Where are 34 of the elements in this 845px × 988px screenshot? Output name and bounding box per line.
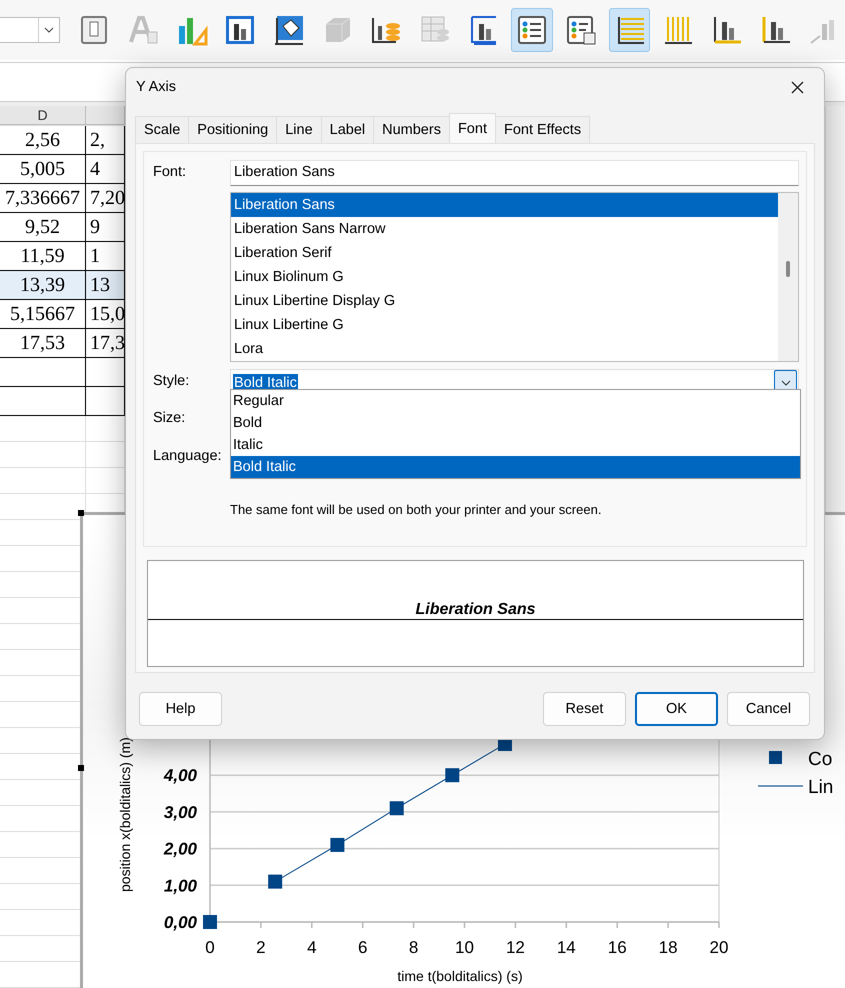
y-tick-label: 4,00 <box>164 766 197 786</box>
x-tick-label: 12 <box>506 938 525 957</box>
x-tick-label: 18 <box>658 938 678 957</box>
table-cell: 2,56 <box>0 126 86 154</box>
y-tick-label: 1,00 <box>164 876 197 896</box>
x-tick-label: 8 <box>408 938 418 957</box>
field-label: Font: <box>153 163 188 180</box>
field-label: Size: <box>153 410 186 426</box>
x-tick-label: 20 <box>710 938 728 957</box>
table-cell: 11,59 <box>0 242 86 270</box>
table-cell: 17,53 <box>0 329 86 357</box>
table-cell: 5,005 <box>0 155 86 183</box>
y-tick-label: 0,00 <box>164 913 197 932</box>
table-cell: 7,336667 <box>0 184 86 212</box>
table-cell: 13 <box>86 271 125 299</box>
x-tick-label: 2 <box>256 938 266 957</box>
x-tick-label: 16 <box>608 938 627 957</box>
x-tick-label: 14 <box>556 938 576 957</box>
legend-label: Co <box>808 749 832 770</box>
dialog-title: Y Axis <box>136 79 176 95</box>
x-tick-label: 6 <box>358 938 368 957</box>
y-tick-label: 3,00 <box>164 802 197 822</box>
field-label: Language: <box>153 448 222 464</box>
table-cell: 5,15667 <box>0 300 86 328</box>
y-tick-label: 2,00 <box>164 840 197 859</box>
x-axis-title: time t(bolditalics) (s) <box>397 968 523 984</box>
legend-label: Lin <box>808 777 834 798</box>
x-tick-label: 0 <box>205 938 215 957</box>
x-tick-label: 4 <box>307 938 317 957</box>
y-axis-title: position x(bolditalics) (m) <box>117 737 133 892</box>
x-tick-label: 10 <box>455 938 474 957</box>
field-label: Style: <box>153 372 190 389</box>
table-cell: 9,52 <box>0 213 86 241</box>
table-cell: 13,39 <box>0 271 86 299</box>
